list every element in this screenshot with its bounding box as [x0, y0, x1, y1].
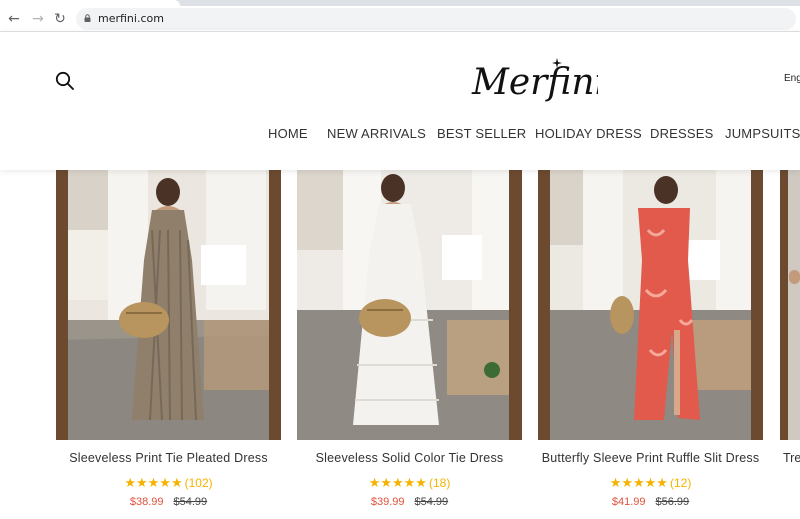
- nav-jumpsuits[interactable]: JUMPSUITS: [725, 126, 800, 141]
- sale-price: $41.99: [611, 496, 646, 508]
- nav-dresses[interactable]: DRESSES: [650, 126, 714, 141]
- product-prices: $39.99 $54.99: [297, 496, 522, 508]
- product-rating: ★★★★★ (12): [538, 474, 763, 492]
- product-image[interactable]: [56, 170, 281, 440]
- main-nav: HOME NEW ARRIVALS BEST SELLER HOLIDAY DR…: [0, 126, 800, 144]
- product-card-partial[interactable]: Tre: [780, 170, 800, 519]
- original-price: $54.99: [414, 496, 449, 508]
- review-count[interactable]: (12): [670, 476, 691, 490]
- svg-text:Merfini: Merfini: [471, 62, 598, 103]
- reload-button[interactable]: ↻: [50, 9, 70, 29]
- site-header: Merfini Eng HOME NEW ARRIVALS BEST SELLE…: [0, 32, 800, 170]
- original-price: $56.99: [655, 496, 690, 508]
- star-rating-icon: ★★★★★: [368, 476, 427, 491]
- review-count[interactable]: (18): [429, 476, 450, 490]
- product-card[interactable]: Sleeveless Solid Color Tie Dress ★★★★★ (1…: [297, 170, 522, 519]
- product-prices: $41.99 $56.99: [538, 496, 763, 508]
- sale-price: $38.99: [129, 496, 164, 508]
- language-selector[interactable]: Eng: [784, 73, 800, 84]
- search-icon[interactable]: [54, 70, 76, 92]
- original-price: $54.99: [173, 496, 208, 508]
- product-image[interactable]: [780, 170, 800, 440]
- product-name[interactable]: Tre: [783, 451, 800, 465]
- product-image[interactable]: [538, 170, 763, 440]
- nav-new-arrivals[interactable]: NEW ARRIVALS: [327, 126, 426, 141]
- star-rating-icon: ★★★★★: [609, 476, 668, 491]
- review-count[interactable]: (102): [185, 476, 213, 490]
- product-grid: Sleeveless Print Tie Pleated Dress ★★★★★…: [0, 170, 800, 519]
- product-name[interactable]: Sleeveless Print Tie Pleated Dress: [56, 451, 281, 465]
- product-rating: ★★★★★ (102): [56, 474, 281, 492]
- browser-toolbar: ← → ↻ merfini.com: [0, 6, 800, 32]
- product-name[interactable]: Butterfly Sleeve Print Ruffle Slit Dress: [538, 451, 763, 465]
- address-bar[interactable]: merfini.com: [76, 8, 796, 30]
- star-rating-icon: ★★★★★: [124, 476, 183, 491]
- nav-home[interactable]: HOME: [268, 126, 308, 141]
- product-prices: $38.99 $54.99: [56, 496, 281, 508]
- back-button[interactable]: ←: [4, 9, 24, 29]
- product-card[interactable]: Sleeveless Print Tie Pleated Dress ★★★★★…: [56, 170, 281, 519]
- merfini-logo[interactable]: Merfini: [468, 52, 598, 108]
- url-text: merfini.com: [98, 12, 164, 25]
- product-name[interactable]: Sleeveless Solid Color Tie Dress: [297, 451, 522, 465]
- forward-button[interactable]: →: [28, 9, 48, 29]
- product-image[interactable]: [297, 170, 522, 440]
- product-rating: ★★★★★ (18): [297, 474, 522, 492]
- nav-best-seller[interactable]: BEST SELLER: [437, 126, 526, 141]
- product-card[interactable]: Butterfly Sleeve Print Ruffle Slit Dress…: [538, 170, 763, 519]
- nav-holiday-dress[interactable]: HOLIDAY DRESS: [535, 126, 642, 141]
- sale-price: $39.99: [370, 496, 405, 508]
- lock-icon: [84, 14, 91, 22]
